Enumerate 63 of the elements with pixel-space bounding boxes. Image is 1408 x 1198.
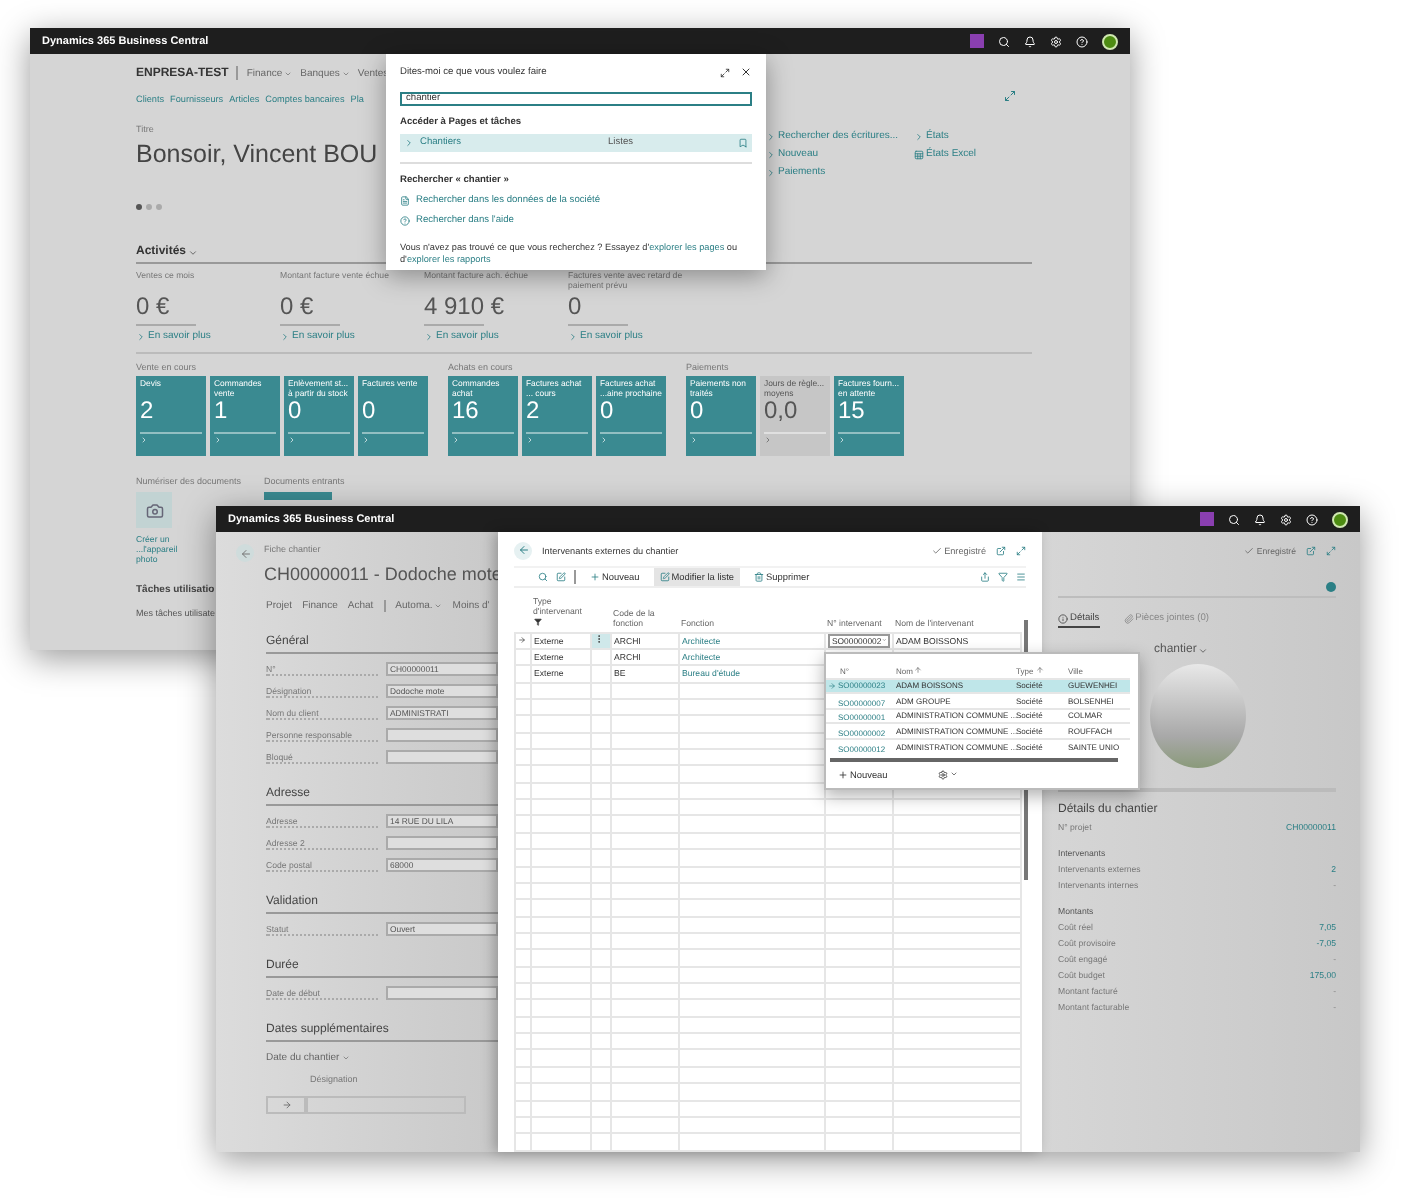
incoming-tile[interactable] — [264, 492, 332, 500]
back-button[interactable] — [236, 544, 254, 562]
paperclip-icon — [1123, 614, 1134, 624]
open-new-icon[interactable] — [1306, 545, 1316, 555]
filter-icon[interactable] — [998, 572, 1008, 582]
camera-tile[interactable] — [136, 492, 172, 528]
settings-icon[interactable] — [1280, 513, 1292, 525]
document-icon — [400, 196, 410, 206]
help-icon[interactable] — [1076, 35, 1088, 47]
back-arrow-icon — [239, 547, 251, 559]
kpi-value[interactable]: 0 € — [136, 292, 170, 320]
kpi-value[interactable]: 0 — [568, 292, 582, 320]
camera-icon — [145, 501, 163, 519]
input-field[interactable] — [386, 750, 498, 764]
close-icon[interactable] — [740, 66, 752, 78]
sort-icon — [914, 666, 923, 675]
bell-icon[interactable] — [1024, 35, 1036, 47]
chevron-icon — [280, 331, 290, 341]
plus-icon — [590, 572, 600, 582]
expand-icon[interactable] — [720, 67, 730, 77]
page-dot[interactable] — [156, 204, 162, 210]
page-dot[interactable] — [146, 204, 152, 210]
bookmark-icon[interactable] — [738, 138, 748, 148]
avatar-icon[interactable] — [1102, 33, 1118, 49]
edit-icon — [659, 572, 670, 582]
open-new-icon[interactable] — [996, 545, 1006, 555]
kpi-value[interactable]: 0 € — [280, 292, 314, 320]
info-icon — [1058, 614, 1068, 624]
chevron-icon — [424, 331, 434, 341]
trash-icon — [754, 572, 765, 582]
bell-icon[interactable] — [1254, 513, 1266, 525]
caret-icon — [1198, 645, 1209, 655]
back-arrow-icon — [517, 544, 529, 556]
sheet-icon — [914, 149, 925, 159]
avatar-icon[interactable] — [1332, 511, 1348, 527]
status-dot-icon — [1326, 582, 1336, 592]
input-field[interactable] — [386, 836, 498, 850]
chevron-icon — [568, 331, 578, 341]
greeting-heading: Bonsoir, Vincent BOU — [136, 140, 378, 168]
help-icon — [400, 216, 410, 226]
share-icon[interactable] — [980, 572, 990, 582]
input-field[interactable] — [386, 986, 498, 1000]
settings-icon[interactable] — [1050, 35, 1062, 47]
input-field[interactable] — [386, 728, 498, 742]
chevron-icon — [136, 331, 146, 341]
arrow-icon — [281, 1100, 291, 1110]
chevron-icon — [404, 138, 414, 148]
edit-icon[interactable] — [556, 572, 566, 582]
help-icon[interactable] — [1306, 513, 1318, 525]
current-row-icon — [828, 681, 836, 690]
kpi-value[interactable]: 4 910 € — [424, 292, 505, 320]
sort-icon — [1035, 666, 1044, 675]
expand-icon[interactable] — [1016, 545, 1026, 555]
back-button[interactable] — [514, 541, 532, 559]
page-dot[interactable] — [136, 204, 142, 210]
chevron-icon — [914, 131, 925, 141]
plus-icon — [838, 769, 848, 780]
photo-placeholder — [1149, 664, 1245, 768]
caret-icon — [188, 247, 199, 257]
filter-icon — [533, 617, 541, 626]
check-icon — [1244, 545, 1255, 555]
menu-icon[interactable] — [1016, 572, 1026, 582]
check-icon — [932, 545, 943, 555]
